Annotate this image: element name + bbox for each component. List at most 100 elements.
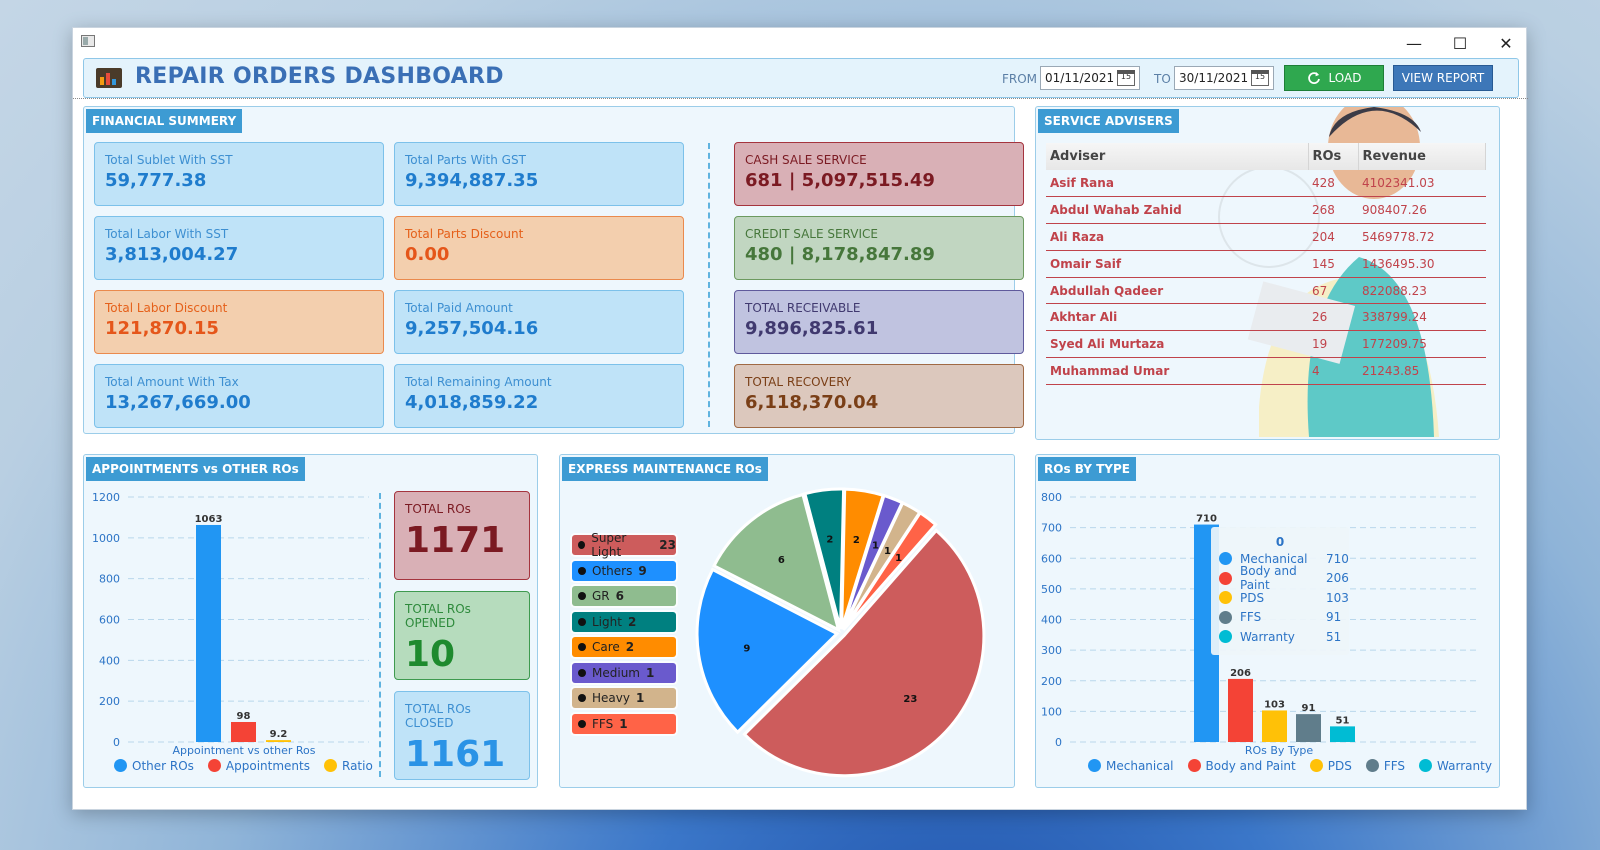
dashboard-chart-icon <box>96 68 122 88</box>
data-label: 98 <box>237 711 251 722</box>
pie-data-label: 1 <box>872 540 879 551</box>
card-value: 3,813,004.27 <box>105 244 239 265</box>
card-label: TOTAL ROs <box>405 502 471 516</box>
panel-tag: SERVICE ADVISERS <box>1038 109 1179 133</box>
card-ros-closed: TOTAL ROs CLOSED 1161 <box>394 691 530 780</box>
card-value: 6,118,370.04 <box>745 392 879 413</box>
adviser-name: Akhtar Ali <box>1046 303 1308 332</box>
pie-data-label: 1 <box>884 546 891 557</box>
legend-item[interactable]: Super Light 23 <box>572 531 676 559</box>
maximize-button[interactable]: ☐ <box>1437 28 1483 58</box>
legend-label: Body and Paint <box>1205 759 1296 773</box>
legend-item[interactable]: Warranty <box>1419 759 1492 773</box>
legend-item[interactable]: Body and Paint <box>1187 759 1296 773</box>
view-report-button[interactable]: VIEW REPORT <box>1393 65 1493 91</box>
app-window: — ☐ ✕ REPAIR ORDERS DASHBOARD FROM 01/11… <box>72 27 1529 810</box>
tooltip-series-value: 103 <box>1326 590 1349 605</box>
legend-item[interactable]: Medium 1 <box>572 662 676 683</box>
legend-item[interactable]: Others 9 <box>572 560 676 581</box>
page-title: REPAIR ORDERS DASHBOARD <box>135 64 504 89</box>
to-date-field[interactable]: 30/11/2021 15 <box>1174 66 1274 90</box>
bar-warranty <box>1330 726 1355 742</box>
calendar-icon[interactable]: 15 <box>1251 70 1269 86</box>
load-label: LOAD <box>1328 71 1362 85</box>
card-value: 9,896,825.61 <box>745 318 879 339</box>
legend-item[interactable]: Heavy 1 <box>572 688 676 708</box>
app-icon <box>81 35 95 47</box>
y-tick-label: 600 <box>99 614 120 627</box>
table-row[interactable]: Abdullah Qadeer 67 822088.23 <box>1046 277 1486 305</box>
load-button[interactable]: LOAD <box>1284 65 1384 91</box>
tooltip-dot <box>1219 571 1232 585</box>
express-maintenance-panel: EXPRESS MAINTENANCE ROs Super Light 23 Oth… <box>559 454 1015 788</box>
bar-ffs <box>1296 714 1321 742</box>
card-value: 9,257,504.16 <box>405 318 539 339</box>
from-date-value: 01/11/2021 <box>1045 71 1115 85</box>
adviser-ros: 26 <box>1308 303 1358 332</box>
adviser-name: Abdul Wahab Zahid <box>1046 196 1308 225</box>
tooltip-series-name: PDS <box>1240 590 1265 605</box>
legend-bullet <box>578 592 586 600</box>
table-row[interactable]: Akhtar Ali 26 338799.24 <box>1046 303 1486 332</box>
legend-item[interactable]: Appointments <box>207 759 310 773</box>
legend-label: Care <box>592 640 620 654</box>
legend-item[interactable]: FFS <box>1365 759 1406 773</box>
adviser-ros: 19 <box>1308 330 1358 359</box>
legend-item[interactable]: PDS <box>1309 759 1352 773</box>
appointments-bar-chart: 0 200 400 600 800 1000 1200 1063 98 9.2 Appointmen… <box>92 491 369 757</box>
legend-label: FFS <box>1383 759 1406 773</box>
adviser-revenue: 177209.75 <box>1358 330 1486 359</box>
card-value: 480 | 8,178,847.89 <box>745 244 935 265</box>
legend-label: PDS <box>1327 759 1352 773</box>
column-header[interactable]: ROs <box>1308 143 1359 170</box>
table-row[interactable]: Abdul Wahab Zahid 268 908407.26 <box>1046 196 1486 225</box>
legend-dot <box>1365 759 1379 772</box>
tooltip-header: 0 <box>1275 535 1285 549</box>
legend-item[interactable]: Care 2 <box>572 637 676 657</box>
card-value: 1161 <box>405 734 506 775</box>
legend-item[interactable]: Mechanical <box>1088 759 1174 773</box>
y-tick-label: 700 <box>1041 522 1062 535</box>
calendar-icon[interactable]: 15 <box>1117 70 1135 86</box>
legend-bullet <box>578 541 586 549</box>
card-receivable: TOTAL RECEIVABLE 9,896,825.61 <box>734 290 1024 354</box>
legend-item[interactable]: Other ROs <box>114 759 194 773</box>
column-header[interactable]: Adviser <box>1046 143 1309 170</box>
legend-count: 23 <box>659 538 676 552</box>
financial-summary-panel: FINANCIAL SUMMERY Total Sublet With SST … <box>83 106 1024 434</box>
legend-item[interactable]: FFS 1 <box>572 713 676 734</box>
table-row[interactable]: Ali Raza 204 5469778.72 <box>1046 223 1486 251</box>
adviser-ros: 428 <box>1308 170 1358 198</box>
card-label: Total Remaining Amount <box>405 375 552 389</box>
tooltip-series-name: Body and Paint <box>1240 564 1297 593</box>
legend-item[interactable]: Light 2 <box>572 611 676 632</box>
chart-tooltip: 0 Mechanical 710 Body and Paint 206 PDS 103 FF… <box>1211 527 1349 655</box>
column-header[interactable]: Revenue <box>1358 143 1486 170</box>
legend-item[interactable]: Ratio <box>324 759 373 773</box>
legend-dot <box>114 759 127 772</box>
dashed-divider <box>379 493 381 777</box>
table-row[interactable]: Muhammad Umar 4 21243.85 <box>1046 357 1486 385</box>
from-date-field[interactable]: 01/11/2021 15 <box>1040 66 1140 90</box>
card-value: 9,394,887.35 <box>405 170 539 191</box>
card-value: 0.00 <box>405 244 450 265</box>
data-label: 710 <box>1196 514 1217 525</box>
close-button[interactable]: ✕ <box>1483 28 1529 58</box>
legend-item[interactable]: GR 6 <box>572 586 676 606</box>
legend-label: Medium <box>592 665 640 680</box>
panel-tag: FINANCIAL SUMMERY <box>86 109 243 133</box>
card-label: Total Labor With SST <box>105 227 229 241</box>
tooltip-row: Body and Paint 206 <box>1211 564 1349 592</box>
table-row[interactable]: Syed Ali Murtaza 19 177209.75 <box>1046 330 1486 359</box>
legend-dot <box>1419 759 1433 772</box>
x-axis-label: Appointment vs other Ros <box>173 744 316 757</box>
card-value: 121,870.15 <box>105 318 219 339</box>
refresh-icon <box>1307 72 1320 84</box>
table-row[interactable]: Omair Saif 145 1436495.30 <box>1046 250 1486 278</box>
table-row[interactable]: Asif Rana 428 4102341.03 <box>1046 170 1486 198</box>
bar-appointments <box>231 721 256 742</box>
legend-label: Light <box>592 614 622 629</box>
minimize-button[interactable]: — <box>1391 28 1437 58</box>
adviser-revenue: 822088.23 <box>1358 277 1486 305</box>
tooltip-row: PDS 103 <box>1211 588 1349 608</box>
